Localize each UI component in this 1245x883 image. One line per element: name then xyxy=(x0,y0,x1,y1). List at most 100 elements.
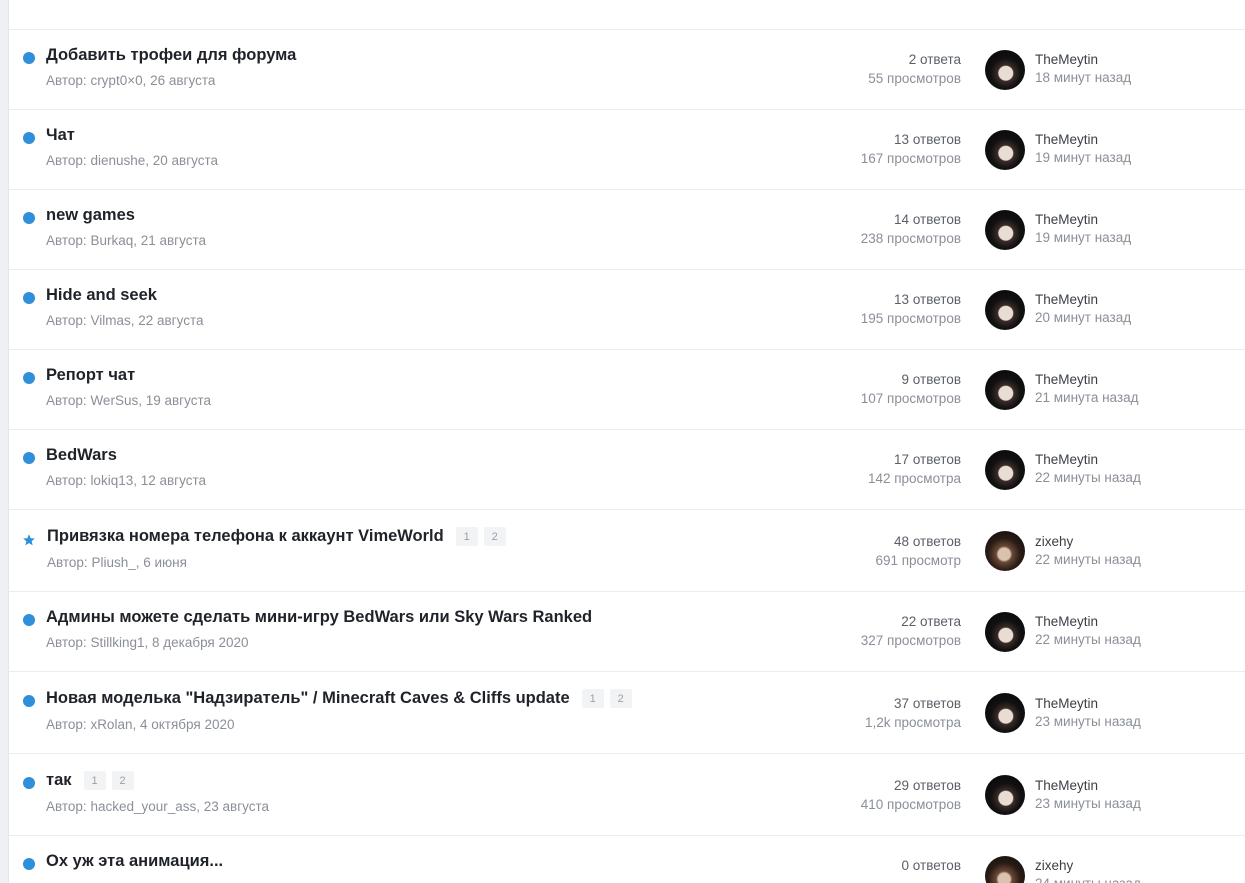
unread-dot-icon xyxy=(23,132,35,144)
page-link[interactable]: 2 xyxy=(483,527,506,546)
last-poster-avatar[interactable] xyxy=(985,693,1025,733)
topic-list: Автор: xtrafrancyz, 7 февраля 201434,5k … xyxy=(8,0,1245,883)
topic-row[interactable]: Админы можете сделать мини-игру BedWars … xyxy=(9,592,1245,672)
author-link[interactable]: Pliush_ xyxy=(91,555,135,570)
author-prefix: Автор: xyxy=(46,73,91,88)
page-link[interactable]: 1 xyxy=(581,689,604,708)
last-poster-avatar[interactable] xyxy=(985,50,1025,90)
last-post-time: 19 минут назад xyxy=(1035,150,1132,165)
unread-dot-icon xyxy=(23,614,35,626)
topic-date: 8 декабря 2020 xyxy=(151,635,249,650)
topic-title-link[interactable]: Админы можете сделать мини-игру BedWars … xyxy=(46,608,592,627)
last-poster-avatar[interactable] xyxy=(985,130,1025,170)
replies-count: 9 ответов xyxy=(901,372,961,387)
topic-title-link[interactable]: так xyxy=(46,771,72,790)
unread-dot-icon xyxy=(23,212,35,224)
author-link[interactable]: dienushe xyxy=(90,153,145,168)
author-link[interactable]: Stillking1 xyxy=(90,635,144,650)
last-poster-avatar[interactable] xyxy=(985,290,1025,330)
topic-title-line: Добавить трофеи для форума xyxy=(46,46,296,65)
page-link[interactable]: 1 xyxy=(83,771,106,790)
last-post-info: zixehy 24 минуты назад xyxy=(1035,858,1141,883)
author-prefix: Автор: xyxy=(46,153,91,168)
last-post-time: 23 минуты назад xyxy=(1035,714,1141,729)
last-poster-avatar[interactable] xyxy=(985,210,1025,250)
replies-count: 14 ответов xyxy=(894,212,961,227)
topic-title-link[interactable]: new games xyxy=(46,206,135,225)
topic-row[interactable]: Автор: xtrafrancyz, 7 февраля 201434,5k … xyxy=(9,0,1245,30)
author-prefix: Автор: xyxy=(46,799,91,814)
topic-stats: 0 ответов xyxy=(902,858,961,873)
last-post-time: 22 минуты назад xyxy=(1035,552,1141,567)
topic-row[interactable]: так 1 2 Автор: hacked_your_ass, 23 августа 2… xyxy=(9,754,1245,836)
topic-stats: 17 ответов 142 просмотра xyxy=(868,452,961,486)
last-poster-link[interactable]: TheMeytin xyxy=(1035,452,1141,467)
page-link[interactable]: 2 xyxy=(111,771,134,790)
topic-row[interactable]: Репорт чат Автор: WerSus, 19 августа 9 отв… xyxy=(9,350,1245,430)
page-link[interactable]: 2 xyxy=(609,689,632,708)
topic-row[interactable]: new games Автор: Burkaq, 21 августа 14 отв… xyxy=(9,190,1245,270)
last-poster-avatar[interactable] xyxy=(985,856,1025,883)
topic-title-link[interactable]: Чат xyxy=(46,126,75,145)
topic-date: 23 августа xyxy=(203,799,270,814)
topic-title-link[interactable]: Репорт чат xyxy=(46,366,135,385)
page-link[interactable]: 1 xyxy=(455,527,478,546)
topic-pagination: 12 xyxy=(455,527,512,546)
topic-title-link[interactable]: Привязка номера телефона к аккаунт VimeW… xyxy=(47,527,444,546)
topic-date: 12 августа xyxy=(140,473,206,488)
topic-meta: Автор: dienushe, 20 августа xyxy=(46,153,218,168)
last-post-info: TheMeytin 18 минут назад xyxy=(1035,52,1131,85)
topic-row[interactable]: BedWars Автор: lokiq13, 12 августа 17 отве… xyxy=(9,430,1245,510)
author-link[interactable]: WerSus xyxy=(90,393,138,408)
last-poster-avatar[interactable] xyxy=(985,450,1025,490)
views-count: 195 просмотров xyxy=(860,311,961,326)
last-poster-link[interactable]: TheMeytin xyxy=(1035,132,1131,147)
topic-title-link[interactable]: BedWars xyxy=(46,446,117,465)
last-poster-link[interactable]: zixehy xyxy=(1035,534,1141,549)
author-link[interactable]: Burkaq xyxy=(90,233,133,248)
author-link[interactable]: lokiq13 xyxy=(90,473,133,488)
last-poster-link[interactable]: TheMeytin xyxy=(1035,778,1141,793)
replies-count: 13 ответов xyxy=(894,292,961,307)
views-count: 327 просмотров xyxy=(860,633,961,648)
replies-count: 17 ответов xyxy=(894,452,961,467)
last-poster-link[interactable]: TheMeytin xyxy=(1035,372,1138,387)
topic-title-link[interactable]: Добавить трофеи для форума xyxy=(46,46,296,65)
last-poster-avatar[interactable] xyxy=(985,775,1025,815)
author-link[interactable]: hacked_your_ass xyxy=(90,799,196,814)
topic-row[interactable]: Новая моделька "Надзиратель" / Minecraft… xyxy=(9,672,1245,754)
last-poster-avatar[interactable] xyxy=(985,531,1025,571)
last-poster-avatar[interactable] xyxy=(985,612,1025,652)
topic-pagination: 12 xyxy=(83,771,140,790)
topic-stats: 37 ответов 1,2k просмотра xyxy=(865,696,961,730)
author-link[interactable]: Vilmas xyxy=(90,313,130,328)
topic-title-link[interactable]: Hide and seek xyxy=(46,286,157,305)
topic-title-line: Репорт чат xyxy=(46,366,135,385)
topic-row[interactable]: Добавить трофеи для форума Автор: crypt0×… xyxy=(9,30,1245,110)
last-poster-avatar[interactable] xyxy=(985,370,1025,410)
last-poster-link[interactable]: TheMeytin xyxy=(1035,52,1131,67)
topic-stats: 14 ответов 238 просмотров xyxy=(861,212,961,246)
last-poster-link[interactable]: TheMeytin xyxy=(1035,614,1141,629)
views-count: 410 просмотров xyxy=(860,797,961,812)
topic-row[interactable]: Чат Автор: dienushe, 20 августа 13 ответов… xyxy=(9,110,1245,190)
last-post-time: 24 минуты назад xyxy=(1035,876,1141,883)
topic-title-link[interactable]: Новая моделька "Надзиратель" / Minecraft… xyxy=(46,689,570,708)
topic-title-link[interactable]: Ох уж эта анимация... xyxy=(46,852,223,871)
topic-title-line: Новая моделька "Надзиратель" / Minecraft… xyxy=(46,689,638,708)
last-poster-link[interactable]: TheMeytin xyxy=(1035,696,1141,711)
last-poster-link[interactable]: TheMeytin xyxy=(1035,212,1131,227)
unread-dot-icon xyxy=(23,372,35,384)
author-link[interactable]: xRolan xyxy=(90,717,132,732)
topic-row[interactable]: Привязка номера телефона к аккаунт VimeW… xyxy=(9,510,1245,592)
author-prefix: Автор: xyxy=(47,555,92,570)
meta-separator: , xyxy=(142,73,151,88)
topic-row[interactable]: Hide and seek Автор: Vilmas, 22 августа 13… xyxy=(9,270,1245,350)
topic-row[interactable]: Ох уж эта анимация... 0 ответов zixehy 24 м… xyxy=(9,836,1245,883)
last-poster-link[interactable]: zixehy xyxy=(1035,858,1141,873)
author-link[interactable]: crypt0×0 xyxy=(90,73,142,88)
unread-dot-icon xyxy=(23,292,35,304)
topic-meta: Автор: WerSus, 19 августа xyxy=(46,393,211,408)
topic-title-line: new games xyxy=(46,206,135,225)
last-poster-link[interactable]: TheMeytin xyxy=(1035,292,1131,307)
